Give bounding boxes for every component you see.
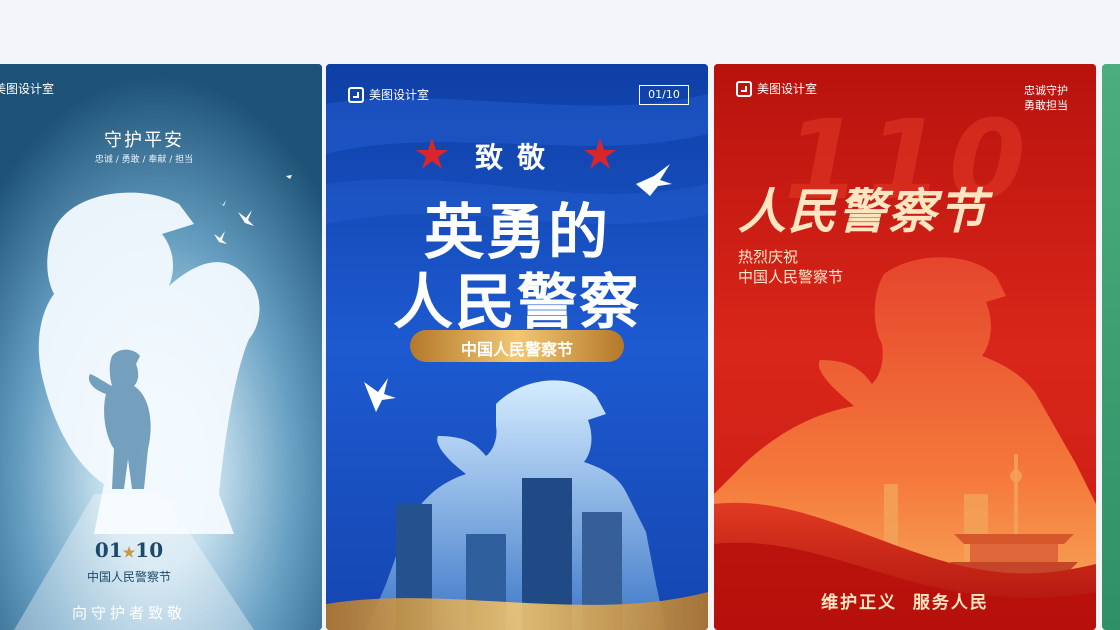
poster-card-guardian[interactable]: 美图设计室 守护平安 忠诚 / 勇敢 / 奉献 / 担当 01★10 中国人民警… [0,64,322,630]
poster-2-salute: 致敬 [474,141,559,174]
poster-1-footer: 向守护者致敬 [71,604,186,622]
date-badge: 01/10 [639,85,689,105]
brand-logo: 美图设计室 [348,86,429,103]
poster-1-date: 01★10 [0,538,264,562]
poster-1-title: 守护平安 [104,130,184,151]
poster-card-brave-police[interactable]: 美图设计室 01/10 致敬 英勇的 人民警察 中国人民警察节 [326,64,708,630]
star-icon: ★ [122,545,136,561]
poster-3-headline: 人民警察节 [738,184,989,240]
motto-line1: 忠诚守护 [1024,84,1068,97]
brand-logo: 美图设计室 [736,80,817,97]
poster-card-next-partial[interactable] [1102,64,1120,630]
brand-mark-icon [736,80,752,97]
poster-1-tags: 忠诚 / 勇敢 / 奉献 / 担当 [94,155,194,165]
brand-name: 美图设计室 [0,82,55,96]
brand-logo: 美图设计室 [0,80,54,97]
poster-3-sub2: 中国人民警察节 [738,268,844,286]
poster-card-police-day[interactable]: 110 美图设计室 忠诚守护 勇敢担当 人民警察节 热烈庆祝 中国人民警察节 维… [714,64,1096,630]
poster-3-footer: 维护正义 服务人民 [821,593,989,613]
poster-2-ribbon-text: 中国人民警察节 [460,340,573,359]
brand-mark-icon [348,86,364,103]
date-day: 10 [135,538,164,562]
poster-3-sub1: 热烈庆祝 [738,248,799,266]
date-month: 01 [94,538,123,562]
brand-name: 美图设计室 [369,88,430,102]
poster-1-festival: 中国人民警察节 [86,570,171,584]
poster-2-headline-line2: 人民警察 [393,268,641,338]
motto-line2: 勇敢担当 [1024,99,1068,112]
template-carousel: 美图设计室 守护平安 忠诚 / 勇敢 / 奉献 / 担当 01★10 中国人民警… [0,64,1120,630]
brand-name: 美图设计室 [757,82,818,96]
